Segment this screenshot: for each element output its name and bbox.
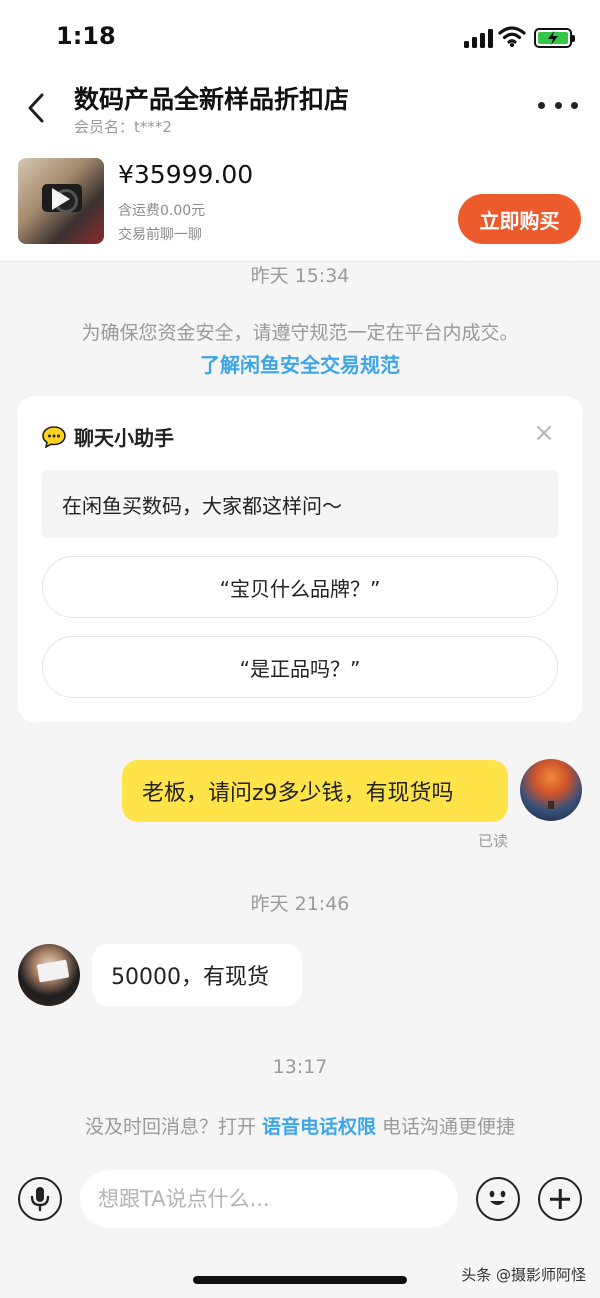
play-icon (52, 188, 70, 210)
seller-avatar[interactable] (18, 944, 80, 1006)
buy-now-button[interactable]: 立即购买 (458, 194, 581, 244)
wifi-icon (498, 24, 526, 48)
member-name: 会员名：t***2 (74, 118, 172, 136)
assistant-header: 聊天小助手 (42, 422, 174, 451)
dot-icon (571, 101, 578, 109)
home-indicator (193, 1276, 407, 1284)
dot-icon (538, 101, 545, 109)
emoji-button[interactable] (476, 1177, 520, 1221)
message-input[interactable] (80, 1170, 458, 1228)
tip-text-after: 电话沟通更便捷 (376, 1116, 516, 1138)
shop-title: 数码产品全新样品折扣店 (74, 85, 350, 114)
product-card: ¥35999.00 含运费0.00元 交易前聊一聊 立即购买 (0, 146, 600, 262)
product-price: ¥35999.00 (118, 160, 254, 189)
more-actions-plus-button[interactable] (538, 1177, 582, 1221)
voice-permission-link[interactable]: 语音电话权限 (262, 1116, 376, 1138)
shipping-fee: 含运费0.00元 (118, 203, 206, 219)
chat-bubble-icon (42, 425, 66, 448)
voice-call-tip: 没及时回消息？打开 语音电话权限 电话沟通更便捷 (0, 1112, 600, 1139)
battery-icon (534, 28, 575, 48)
timestamp: 昨天 15:34 (250, 265, 350, 287)
tip-text-before: 没及时回消息？打开 (84, 1116, 262, 1138)
seller-message-bubble[interactable]: 50000，有现货 (92, 944, 302, 1006)
my-message-bubble[interactable]: 老板，请问z9多少钱，有现货吗 (122, 760, 508, 822)
smiley-icon (489, 1190, 506, 1205)
timestamp: 13:17 (272, 1056, 328, 1078)
status-bar: 1:18 (0, 0, 600, 76)
close-icon[interactable]: × (532, 420, 556, 446)
quick-question-brand[interactable]: “宝贝什么品牌？” (42, 556, 558, 618)
voice-input-button[interactable] (18, 1177, 62, 1221)
chat-header: 数码产品全新样品折扣店 会员名：t***2 (0, 76, 600, 146)
chat-assistant-card: 聊天小助手 × 在闲鱼买数码，大家都这样问～ “宝贝什么品牌？” “是正品吗？” (18, 396, 582, 722)
timestamp: 昨天 21:46 (250, 893, 350, 915)
status-time: 1:18 (56, 22, 116, 50)
cellular-signal-icon (464, 26, 494, 48)
chevron-left-icon (28, 93, 44, 123)
assistant-title: 聊天小助手 (74, 426, 174, 450)
safety-notice: 为确保您资金安全，请遵守规范一定在平台内成交。 (81, 322, 519, 344)
quick-question-authentic[interactable]: “是正品吗？” (42, 636, 558, 698)
read-status: 已读 (477, 832, 508, 850)
more-options-button[interactable] (538, 90, 578, 120)
my-avatar[interactable] (520, 759, 582, 821)
watermark: 头条 @摄影师阿怪 (461, 1266, 586, 1284)
microphone-icon (30, 1187, 50, 1212)
safety-rules-link[interactable]: 了解闲鱼安全交易规范 (0, 349, 600, 378)
back-button[interactable] (18, 86, 54, 130)
dot-icon (554, 101, 562, 109)
pretrade-note: 交易前聊一聊 (118, 227, 202, 243)
assistant-prompt: 在闲鱼买数码，大家都这样问～ (42, 470, 558, 538)
product-video-thumbnail[interactable] (18, 158, 104, 244)
